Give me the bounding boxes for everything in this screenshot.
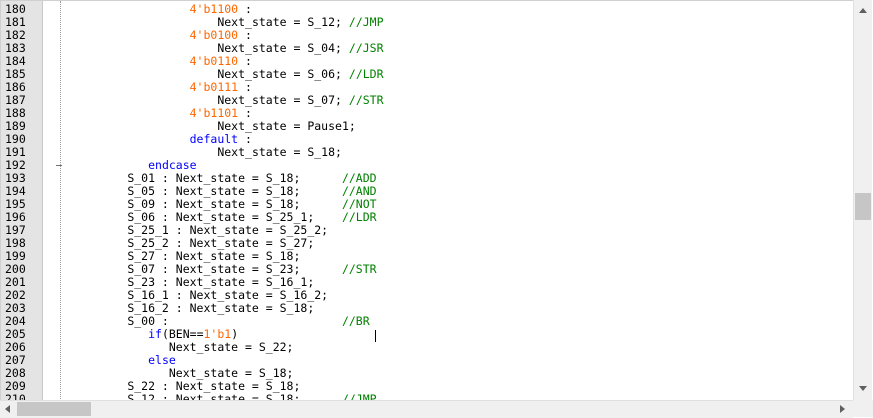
code-token: ) [231, 327, 239, 341]
code-comment: //STR [341, 262, 377, 276]
code-token: S_05 : Next_state = S_18; [127, 184, 342, 198]
code-number: 4'b0110 [189, 54, 239, 68]
code-token: Next_state = S_07; [217, 93, 349, 107]
code-number: 4'b1101 [189, 106, 239, 120]
code-comment: //LDR [348, 67, 384, 81]
horizontal-scroll-thumb[interactable] [17, 402, 91, 416]
code-comment: //LDR [341, 210, 377, 224]
text-cursor [375, 330, 376, 342]
scroll-left-arrow-icon[interactable] [5, 405, 10, 413]
code-token: S_07 : Next_state = S_23; [127, 262, 342, 276]
code-token: : [238, 2, 252, 16]
code-token: S_16_2 : Next_state = S_18; [127, 301, 315, 315]
code-token: S_22 : Next_state = S_18; [127, 379, 301, 393]
code-token: S_25_1 : Next_state = S_25_2; [127, 223, 329, 237]
fold-margin[interactable] [43, 1, 57, 401]
code-token: : [238, 28, 252, 42]
fold-guide-line [60, 1, 62, 401]
code-token: S_06 : Next_state = S_25_1; [127, 210, 342, 224]
code-editor[interactable]: 180 4'b1100 :181 Next_state = S_12; //JM… [0, 0, 854, 401]
code-token: Next_state = S_04; [217, 41, 349, 55]
code-token: S_25_2 : Next_state = S_27; [127, 236, 315, 250]
scroll-down-arrow-icon[interactable] [859, 386, 867, 391]
code-token: S_09 : Next_state = S_18; [127, 197, 342, 211]
code-token: S_23 : Next_state = S_16_1; [127, 275, 315, 289]
code-token: : [238, 106, 252, 120]
code-token: : [238, 54, 252, 68]
code-comment: //NOT [341, 197, 377, 211]
scroll-up-arrow-icon[interactable] [859, 8, 867, 13]
code-comment: //JMP [348, 15, 384, 29]
code-token: Next_state = S_22; [168, 340, 294, 354]
code-comment: //ADD [341, 171, 377, 185]
code-token: (BEN== [161, 327, 204, 341]
code-number: 4'b0111 [189, 80, 239, 94]
code-token: S_16_1 : Next_state = S_16_2; [127, 288, 329, 302]
code-token: S_00 : [127, 314, 342, 328]
code-token: : [238, 132, 252, 146]
code-token: Next_state = S_18; [217, 145, 342, 159]
horizontal-scrollbar[interactable] [0, 400, 853, 418]
code-token: S_27 : Next_state = S_18; [127, 249, 301, 263]
code-keyword: endcase [148, 158, 197, 172]
scrollbar-corner [853, 400, 873, 417]
code-token: Next_state = S_18; [168, 366, 294, 380]
code-number: 1'b1 [203, 327, 232, 341]
scroll-right-arrow-icon[interactable] [840, 405, 845, 413]
code-comment: //AND [341, 184, 377, 198]
code-comment: //BR [341, 314, 370, 328]
fold-end-marker [56, 165, 62, 166]
code-token: : [238, 80, 252, 94]
code-token: Next_state = S_12; [217, 15, 349, 29]
code-keyword: else [148, 353, 176, 367]
code-token: Next_state = Pause1; [217, 119, 356, 133]
code-comment: //JSR [348, 41, 384, 55]
code-comment: //STR [348, 93, 384, 107]
code-keyword: if [148, 327, 162, 341]
code-keyword: default [189, 132, 239, 146]
code-token: S_01 : Next_state = S_18; [127, 171, 342, 185]
code-number: 4'b0100 [189, 28, 239, 42]
vertical-scrollbar[interactable] [853, 0, 872, 400]
code-number: 4'b1100 [189, 2, 239, 16]
vertical-scroll-thumb[interactable] [855, 193, 871, 220]
code-token: Next_state = S_06; [217, 67, 349, 81]
